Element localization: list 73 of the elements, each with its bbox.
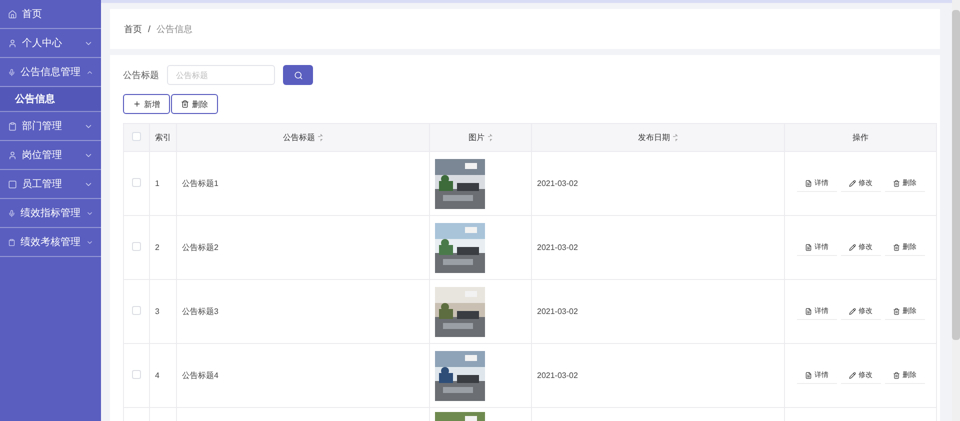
- row-checkbox[interactable]: [132, 306, 141, 315]
- row-index: 1: [155, 179, 160, 188]
- sort-icon: [673, 134, 678, 142]
- notice-title: 公告标题4: [182, 371, 218, 380]
- sidebar-item[interactable]: 绩效考核管理: [0, 228, 101, 257]
- notice-title: 公告标题3: [182, 307, 218, 316]
- breadcrumb-link[interactable]: 公告信息: [156, 22, 193, 36]
- sort-icon: [318, 134, 323, 142]
- trash-icon: [892, 308, 900, 314]
- menu-item-label: 员工管理: [22, 178, 63, 191]
- column-header: 操作: [852, 132, 868, 143]
- sidebar-item[interactable]: 员工管理: [0, 170, 101, 199]
- submenu-item[interactable]: 公告信息: [0, 87, 101, 112]
- square-icon: [8, 180, 17, 188]
- menu-item-label: 个人中心: [22, 36, 63, 50]
- pencil-icon: [848, 372, 856, 378]
- sort-icon: [488, 134, 492, 142]
- search-icon: [294, 70, 302, 80]
- row-index: 3: [155, 307, 160, 316]
- document-icon: [804, 244, 812, 250]
- row-index: 2: [155, 243, 160, 252]
- header-checkbox[interactable]: [132, 132, 141, 141]
- document-icon: [804, 180, 812, 186]
- menu-item-label: 公告信息管理: [20, 66, 80, 79]
- column-header[interactable]: 发布日期: [638, 132, 678, 143]
- publish-date: 2021-03-02: [537, 179, 578, 188]
- pencil-icon: [848, 308, 856, 314]
- breadcrumb-link[interactable]: 首页: [124, 22, 142, 36]
- pencil-icon: [848, 180, 856, 186]
- search-label: 公告标题: [123, 68, 159, 82]
- row-checkbox[interactable]: [132, 242, 141, 251]
- trash-icon: [181, 100, 189, 108]
- document-icon: [804, 372, 812, 378]
- person-icon: [8, 38, 17, 48]
- menu-item-label: 绩效考核管理: [20, 236, 80, 249]
- notice-title: 公告标题1: [182, 179, 218, 188]
- trash-icon: [892, 244, 900, 250]
- microphone-icon: [8, 68, 16, 76]
- clipboard-icon: [8, 238, 16, 246]
- add-button[interactable]: 新增: [123, 94, 170, 114]
- column-header[interactable]: 公告标题: [283, 132, 323, 143]
- microphone-icon: [8, 208, 16, 218]
- sidebar-item[interactable]: 绩效指标管理: [0, 199, 101, 228]
- row-checkbox[interactable]: [132, 178, 141, 187]
- publish-date: 2021-03-02: [537, 307, 578, 316]
- breadcrumb-separator: /: [148, 24, 151, 34]
- person-icon: [8, 150, 17, 160]
- search-button[interactable]: [283, 65, 313, 85]
- menu-item-label: 部门管理: [22, 120, 63, 133]
- sidebar-item[interactable]: 个人中心: [0, 29, 101, 58]
- scrollbar-thumb[interactable]: [952, 10, 960, 340]
- publish-date: 2021-03-02: [537, 371, 578, 380]
- row-index: 4: [155, 371, 160, 380]
- row-checkbox[interactable]: [132, 370, 141, 379]
- search-field[interactable]: 公告标题: [167, 65, 275, 85]
- trash-icon: [892, 180, 900, 186]
- menu-item-label: 岗位管理: [22, 148, 63, 162]
- plus-icon: [133, 100, 141, 108]
- column-header[interactable]: 图片: [468, 132, 492, 143]
- sidebar-item[interactable]: 部门管理: [0, 112, 101, 141]
- publish-date: 2021-03-02: [537, 243, 578, 252]
- menu-item-label: 首页: [22, 8, 43, 21]
- notice-title: 公告标题2: [182, 243, 218, 252]
- column-header: 索引: [155, 132, 171, 143]
- menu-item-label: 绩效指标管理: [20, 206, 80, 220]
- home-icon: [8, 10, 17, 18]
- trash-icon: [892, 372, 900, 378]
- clipboard-icon: [8, 122, 17, 130]
- pencil-icon: [848, 244, 856, 250]
- delete-button[interactable]: 删除: [171, 94, 218, 114]
- sidebar-item[interactable]: 岗位管理: [0, 141, 101, 170]
- sidebar-item[interactable]: 首页: [0, 0, 101, 29]
- document-icon: [804, 308, 812, 314]
